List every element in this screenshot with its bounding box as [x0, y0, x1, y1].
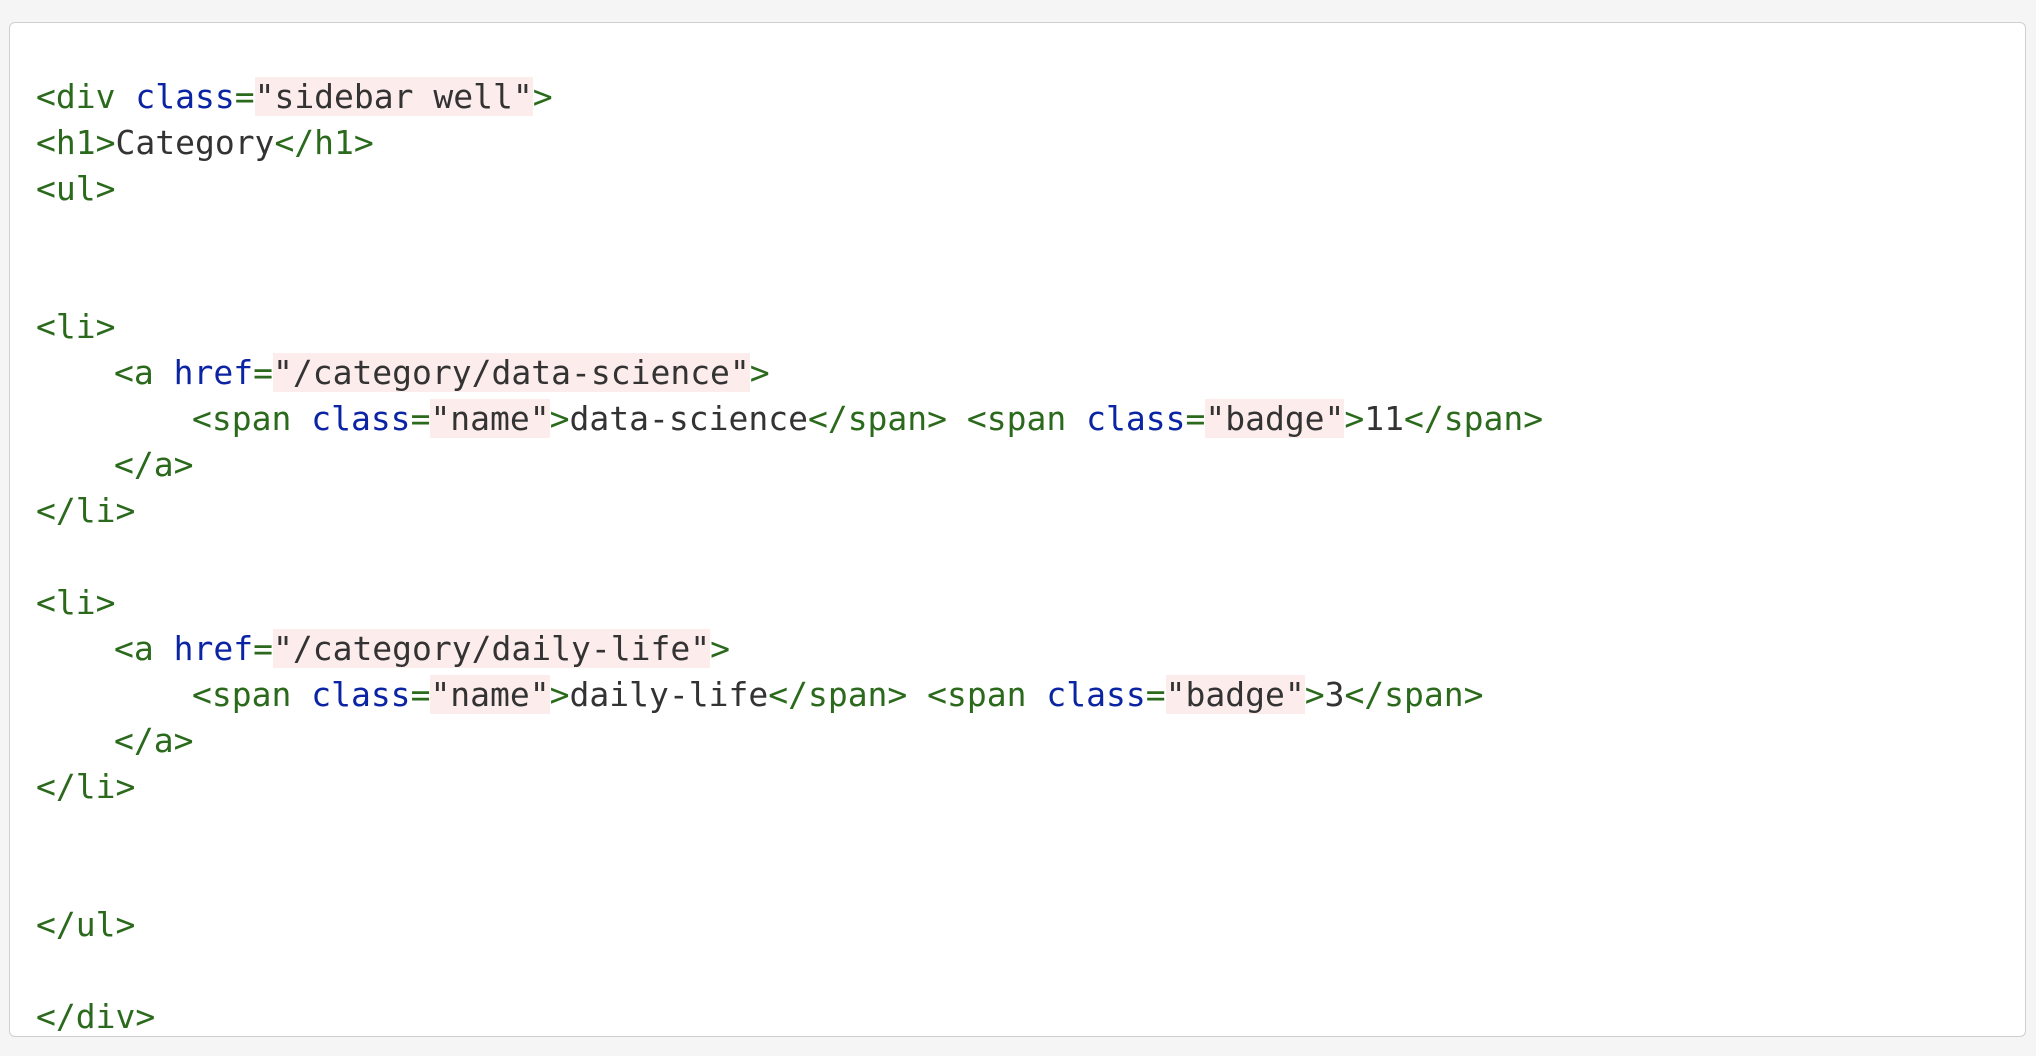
code-tag: <li> — [36, 307, 116, 346]
code-tag: <a — [114, 629, 154, 668]
code-line-a-close: </a> — [36, 718, 2025, 764]
code-tag: <div — [36, 77, 116, 116]
code-tag: <a — [114, 353, 154, 392]
code-tag: </span> — [1344, 675, 1484, 714]
code-tag: <ul> — [36, 169, 116, 208]
code-tag: > — [710, 629, 730, 668]
code-string: "/category/daily-life" — [272, 629, 711, 668]
code-line-spans: <span class="name">daily-life</span> <sp… — [36, 672, 2025, 718]
code-text: 11 — [1364, 399, 1405, 438]
code-tag: <span — [192, 399, 292, 438]
code-tag: </div> — [36, 997, 156, 1036]
code-attribute: class — [1066, 399, 1186, 438]
code-string: "name" — [430, 399, 550, 438]
code-tag: > — [549, 675, 570, 714]
code-line-li-close: </li> — [36, 488, 2025, 534]
code-tag: </li> — [36, 491, 136, 530]
code-attribute: class — [291, 675, 411, 714]
code-text: 3 — [1324, 675, 1345, 714]
code-line-li-close: </li> — [36, 764, 2025, 810]
code-tag: </span> — [768, 675, 908, 714]
code-tag: </ul> — [36, 905, 136, 944]
code-attribute: class — [115, 77, 235, 116]
code-tag: <span — [947, 399, 1067, 438]
code-text: daily-life — [569, 675, 769, 714]
code-attribute: href — [153, 353, 254, 392]
code-tag: > — [749, 353, 770, 392]
code-equals: = — [1185, 399, 1206, 438]
code-tag: <li> — [36, 583, 116, 622]
code-tag: </a> — [114, 721, 194, 760]
code-tag: </span> — [1404, 399, 1544, 438]
code-tag: </a> — [114, 445, 194, 484]
code-line-a-open: <a href="/category/data-science"> — [36, 350, 2025, 396]
code-block: <div class="sidebar well"> <h1>Category<… — [9, 22, 2026, 1037]
code-line-div-close: </div> — [36, 994, 2025, 1040]
code-tag: </h1> — [274, 123, 374, 162]
code-tag: <span — [192, 675, 292, 714]
code-line-div-open: <div class="sidebar well"> — [36, 74, 2025, 120]
code-tag: </li> — [36, 767, 136, 806]
code-attribute: class — [291, 399, 411, 438]
code-attribute: class — [1026, 675, 1146, 714]
code-tag: > — [532, 77, 553, 116]
code-line-li-open: <li> — [36, 304, 2025, 350]
code-equals: = — [410, 675, 431, 714]
code-attribute: href — [153, 629, 254, 668]
code-line-a-open: <a href="/category/daily-life"> — [36, 626, 2025, 672]
code-line-li-open: <li> — [36, 580, 2025, 626]
code-text: Category — [115, 123, 275, 162]
code-tag: > — [1304, 675, 1325, 714]
code-line-h1: <h1>Category</h1> — [36, 120, 2025, 166]
code-equals: = — [253, 353, 273, 392]
code-equals: = — [410, 399, 431, 438]
code-line-ul-open: <ul> — [36, 166, 2025, 212]
code-string: "badge" — [1165, 675, 1305, 714]
code-equals: = — [1145, 675, 1166, 714]
code-line-spans: <span class="name">data-science</span> <… — [36, 396, 2025, 442]
code-text: data-science — [569, 399, 808, 438]
code-tag: <h1> — [36, 123, 116, 162]
code-tag: > — [549, 399, 570, 438]
code-tag: <span — [907, 675, 1027, 714]
code-string: "name" — [430, 675, 550, 714]
code-equals: = — [234, 77, 255, 116]
code-tag: > — [1344, 399, 1365, 438]
code-string: "sidebar well" — [254, 77, 533, 116]
code-tag: </span> — [807, 399, 948, 438]
code-line-ul-close: </ul> — [36, 902, 2025, 948]
code-equals: = — [253, 629, 273, 668]
code-string: "badge" — [1205, 399, 1345, 438]
code-string: "/category/data-science" — [272, 353, 750, 392]
code-line-a-close: </a> — [36, 442, 2025, 488]
